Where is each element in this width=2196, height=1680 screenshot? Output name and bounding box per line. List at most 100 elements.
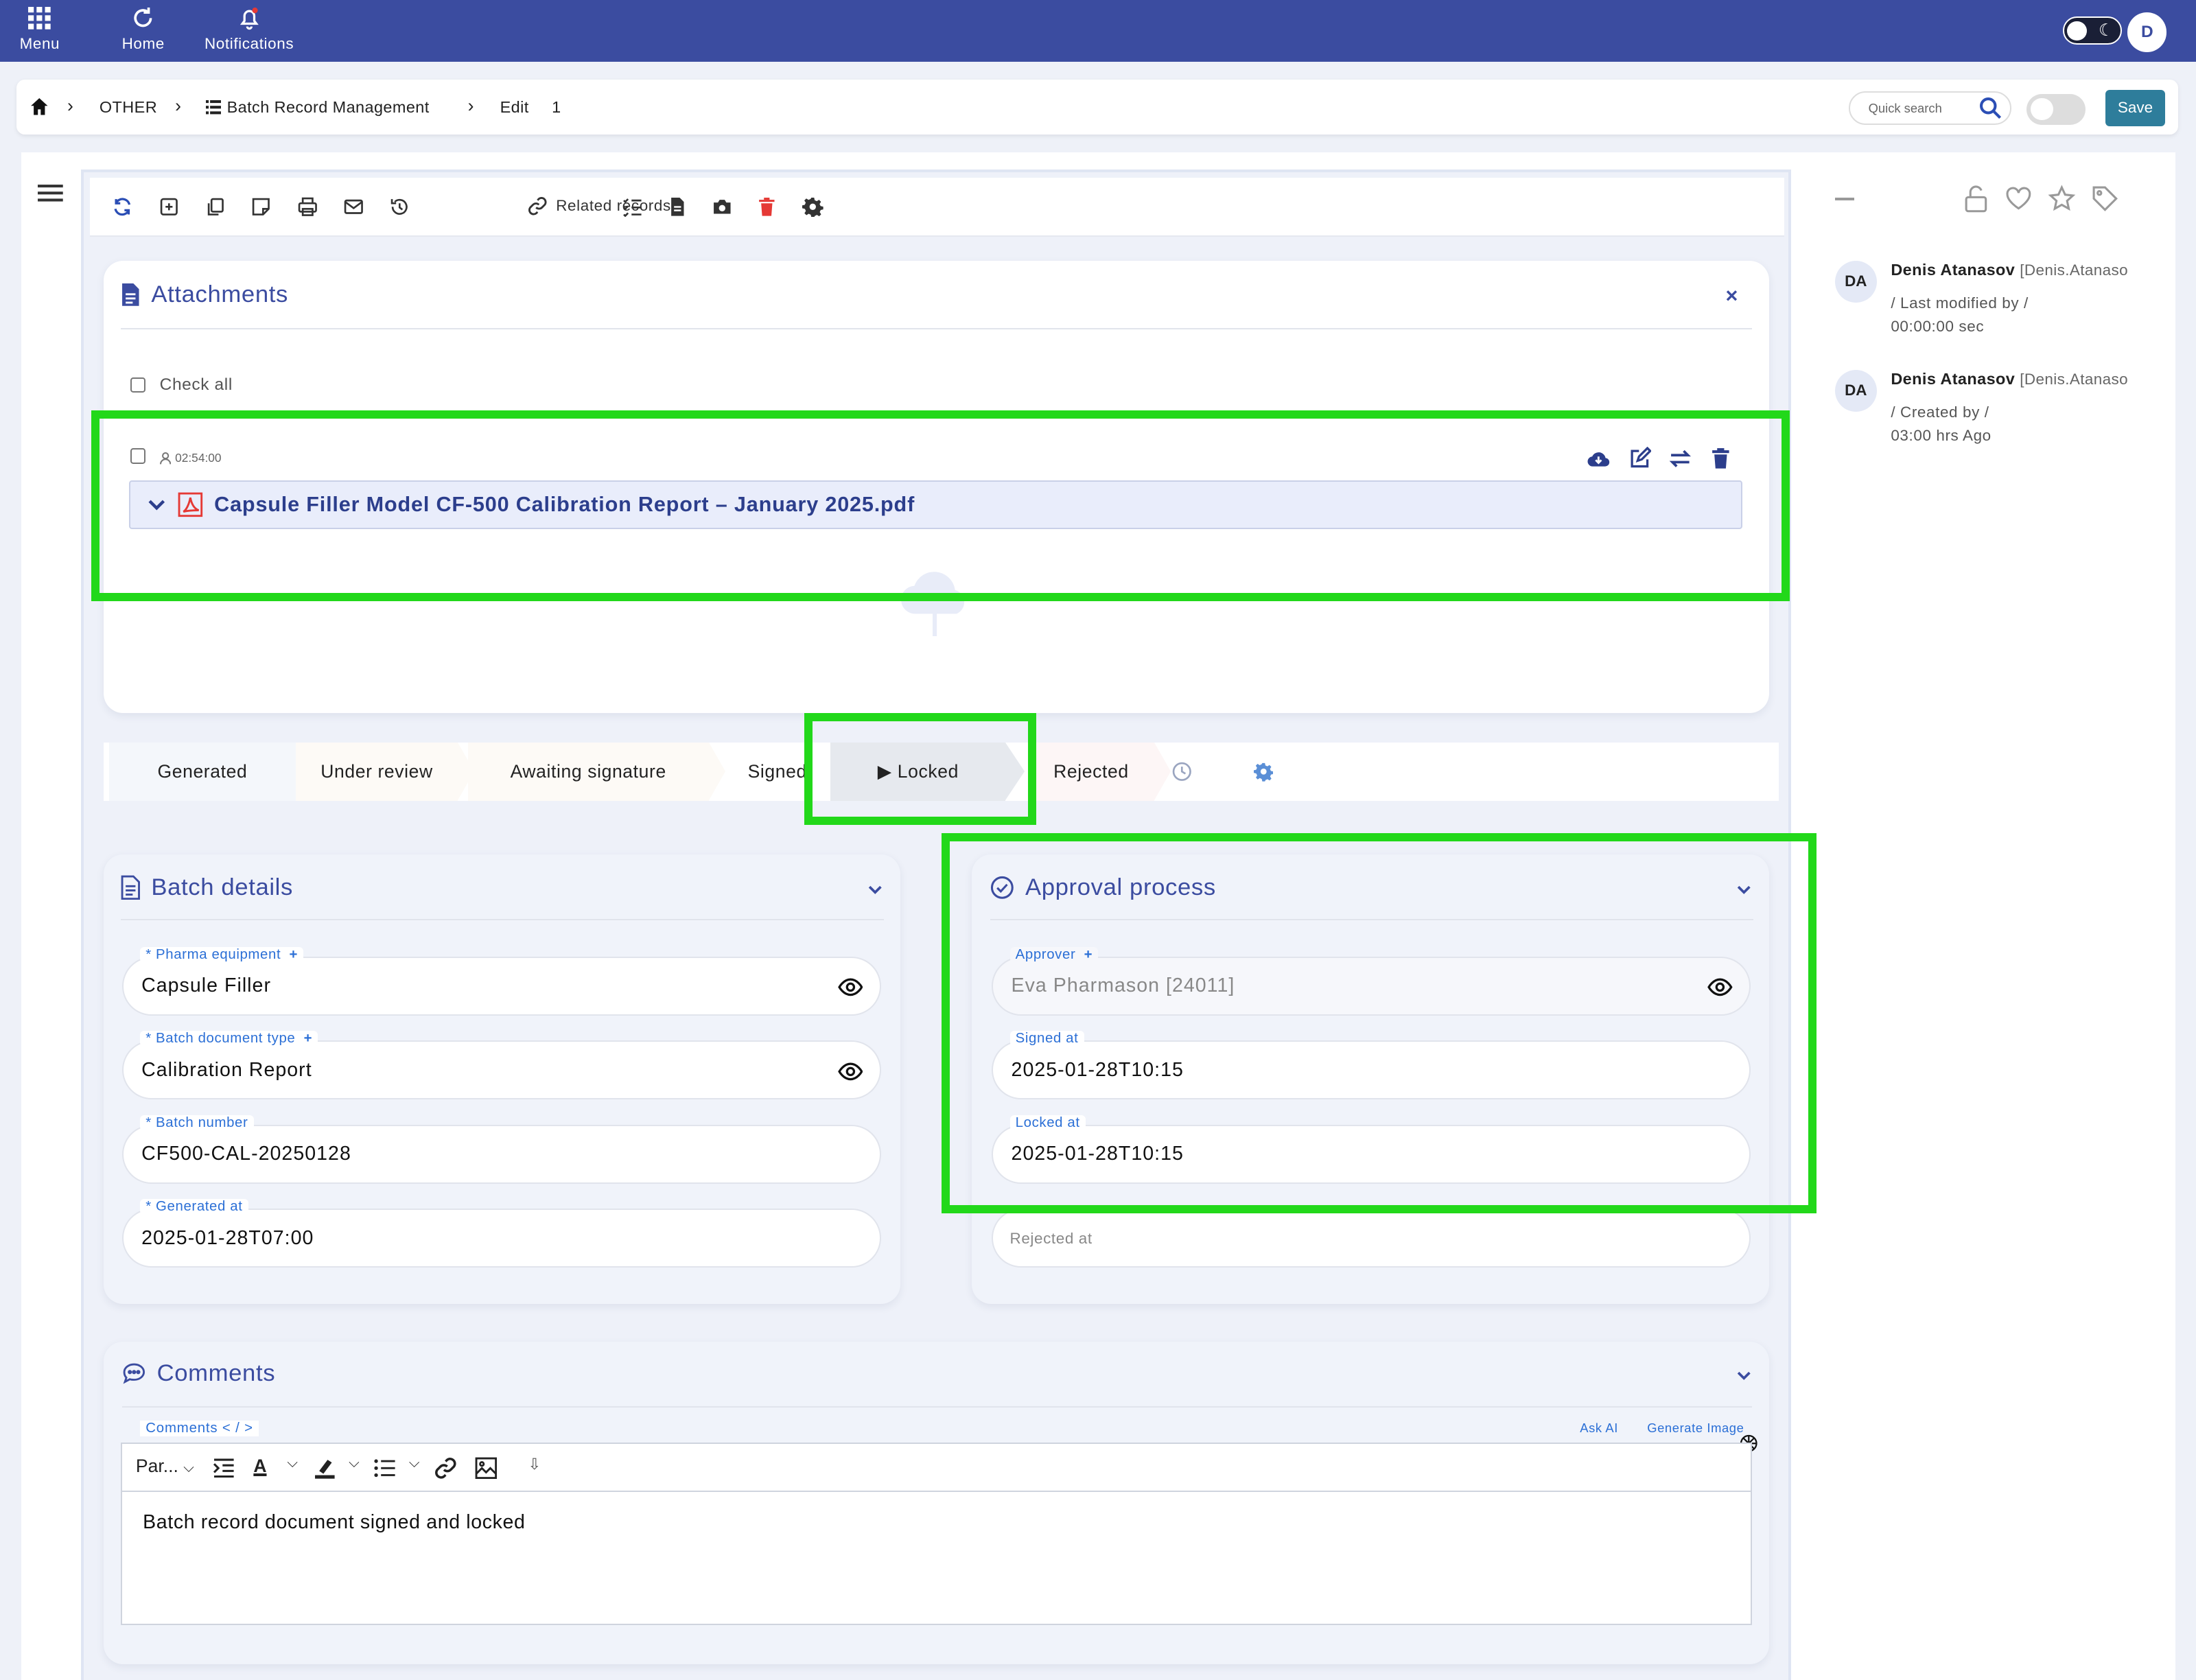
- chevron-down-icon[interactable]: ⌵: [287, 1456, 297, 1471]
- batch-details-title-label: Batch details: [151, 874, 293, 900]
- chevron-down-icon[interactable]: ⌵: [349, 1456, 359, 1471]
- workflow-settings-icon[interactable]: [1253, 762, 1274, 782]
- arrow: [1154, 742, 1171, 800]
- save-button[interactable]: Save: [2105, 89, 2166, 126]
- bell-icon: [240, 8, 259, 30]
- chevron-down-icon: ⌵: [183, 1460, 194, 1475]
- search-icon[interactable]: [1979, 97, 2002, 119]
- comments-title: Comments: [122, 1360, 276, 1387]
- pharma-equipment-label-text: * Pharma equipment: [145, 946, 281, 962]
- close-icon[interactable]: ×: [1726, 284, 1738, 308]
- link-icon[interactable]: [434, 1457, 457, 1480]
- attachments-title-label: Attachments: [151, 281, 288, 308]
- plus-icon[interactable]: +: [304, 1031, 313, 1046]
- batch-number-field[interactable]: * Batch number CF500-CAL-20250128: [121, 1115, 881, 1184]
- comments-field-label: Comments < / >: [140, 1420, 259, 1436]
- divider: [120, 918, 884, 920]
- comments-body[interactable]: Batch record document signed and locked: [143, 1511, 525, 1534]
- activity-username: [Denis.Atanaso: [2020, 370, 2129, 388]
- home-icon[interactable]: [30, 97, 49, 117]
- divider: [121, 1406, 1753, 1408]
- clock-icon[interactable]: [1172, 762, 1192, 782]
- generated-at-value: 2025-01-28T07:00: [141, 1226, 314, 1249]
- collapse-chevron-icon[interactable]: [867, 881, 883, 898]
- workflow-step-awaiting-signature[interactable]: Awaiting signature: [467, 742, 709, 802]
- collapse-chevron-icon[interactable]: [1736, 1367, 1752, 1384]
- pharma-equipment-label: * Pharma equipment +: [140, 946, 304, 963]
- heart-icon[interactable]: [2005, 185, 2033, 213]
- breadcrumb-other[interactable]: OTHER: [100, 98, 157, 117]
- generate-image-button[interactable]: Generate Image: [1647, 1421, 1744, 1436]
- highlight-icon[interactable]: [314, 1457, 336, 1480]
- note-icon[interactable]: [250, 196, 272, 218]
- generated-at-field[interactable]: * Generated at 2025-01-28T07:00: [121, 1199, 881, 1268]
- bullet-list-icon[interactable]: [374, 1458, 395, 1478]
- rejected-at-field[interactable]: Rejected at: [992, 1209, 1751, 1268]
- breadcrumb-batch-record[interactable]: Batch Record Management: [206, 98, 430, 117]
- history-icon[interactable]: [389, 196, 410, 218]
- activity-action: / Last modified by /: [1891, 294, 2029, 312]
- chat-icon: [123, 1363, 145, 1384]
- dark-mode-toggle[interactable]: ☾: [2063, 16, 2123, 45]
- breadcrumb-edit[interactable]: Edit: [500, 98, 529, 117]
- tag-icon[interactable]: [2091, 185, 2119, 213]
- settings-icon[interactable]: [802, 196, 824, 218]
- quick-search-input[interactable]: Quick search: [1849, 91, 2011, 125]
- image-icon[interactable]: [475, 1457, 498, 1480]
- eye-icon[interactable]: [837, 975, 863, 1000]
- add-record-icon[interactable]: [159, 196, 180, 218]
- menu-label: Menu: [19, 35, 60, 52]
- editor-toolbar: Par... ⌵ A ⌵ ⌵ ⌵ ⇩: [121, 1444, 1751, 1492]
- comments-editor[interactable]: Par... ⌵ A ⌵ ⌵ ⌵ ⇩ Batch record document…: [120, 1443, 1753, 1625]
- chevron-down-icon[interactable]: ⌵: [409, 1456, 419, 1471]
- check-all-checkbox[interactable]: [130, 377, 146, 393]
- indent-icon[interactable]: [213, 1458, 235, 1478]
- workflow-step-generated[interactable]: Generated: [109, 742, 296, 802]
- print-icon[interactable]: [297, 196, 318, 218]
- paragraph-format-dropdown[interactable]: Par... ⌵: [136, 1456, 194, 1477]
- batch-number-label: * Batch number: [140, 1115, 254, 1131]
- breadcrumb-batch-record-label: Batch Record Management: [226, 97, 430, 116]
- batch-document-type-field[interactable]: * Batch document type + Calibration Repor…: [121, 1031, 881, 1100]
- plus-icon[interactable]: +: [290, 947, 299, 962]
- related-records-label: Related records: [556, 197, 671, 215]
- notifications-button[interactable]: Notifications: [205, 5, 294, 53]
- document-outline-icon: [121, 875, 140, 900]
- activity-user-name: Denis Atanasov: [1891, 369, 2016, 388]
- activity-time: 00:00:00 sec: [1891, 318, 1985, 336]
- notifications-label: Notifications: [204, 35, 294, 52]
- batch-document-type-value: Calibration Report: [141, 1058, 312, 1081]
- pharma-equipment-value: Capsule Filler: [141, 975, 271, 997]
- batch-number-value: CF500-CAL-20250128: [141, 1143, 351, 1165]
- check-all[interactable]: Check all: [130, 375, 233, 395]
- option-toggle[interactable]: [2026, 93, 2086, 125]
- text-color-icon[interactable]: A: [253, 1456, 266, 1477]
- pdf-export-icon[interactable]: [667, 196, 688, 218]
- hamburger-icon[interactable]: [38, 183, 63, 203]
- ask-ai-button[interactable]: Ask AI: [1580, 1421, 1618, 1436]
- link-icon: [528, 196, 547, 215]
- menu-button[interactable]: Menu: [20, 5, 60, 53]
- user-avatar[interactable]: D: [2127, 12, 2167, 52]
- checklist-icon[interactable]: [622, 196, 643, 218]
- moon-icon: ☾: [2098, 21, 2114, 40]
- workflow-step-rejected[interactable]: Rejected: [1028, 742, 1154, 802]
- delete-icon[interactable]: [756, 196, 778, 218]
- unlock-icon[interactable]: [1962, 185, 1990, 213]
- minimize-icon[interactable]: [1834, 197, 1855, 200]
- copy-icon[interactable]: [205, 196, 226, 218]
- home-button[interactable]: Home: [122, 5, 165, 53]
- camera-icon[interactable]: [712, 196, 733, 218]
- activity-user-name: Denis Atanasov: [1891, 260, 2016, 279]
- star-icon[interactable]: [2048, 185, 2076, 213]
- record-toolbar: Related records: [89, 178, 1785, 237]
- related-records-button[interactable]: Related records: [528, 196, 670, 216]
- check-all-label: Check all: [159, 375, 233, 394]
- workflow-step-under-review[interactable]: Under review: [295, 742, 458, 802]
- refresh-icon[interactable]: [112, 196, 133, 218]
- email-icon[interactable]: [343, 196, 364, 218]
- source-icon[interactable]: ⇩: [528, 1456, 541, 1473]
- pharma-equipment-field[interactable]: * Pharma equipment + Capsule Filler: [121, 946, 881, 1016]
- eye-icon[interactable]: [837, 1059, 863, 1084]
- list-icon: [206, 100, 222, 115]
